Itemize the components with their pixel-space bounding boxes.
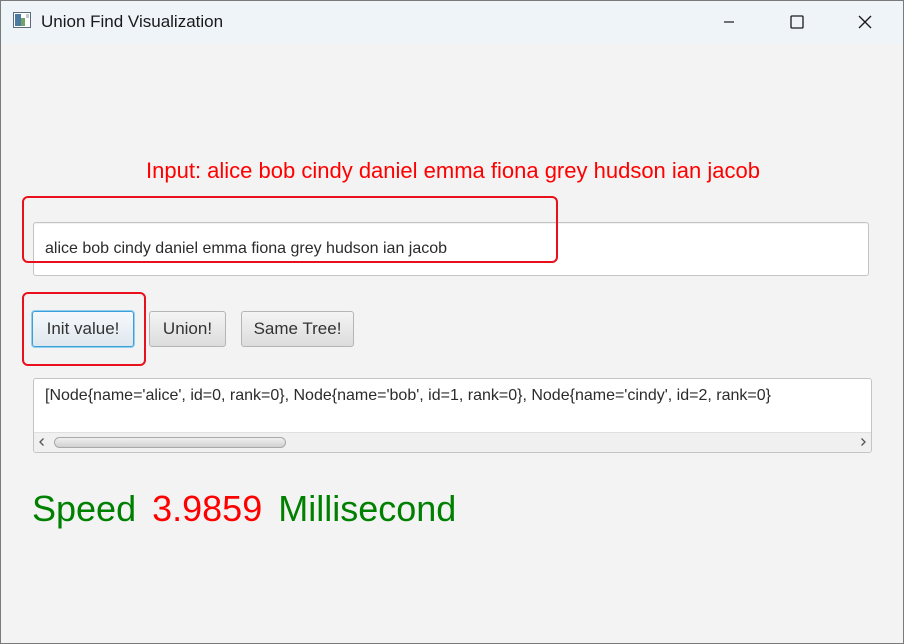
maximize-button[interactable] — [763, 1, 831, 43]
input-text-field[interactable] — [33, 222, 869, 276]
java-app-icon — [13, 12, 31, 28]
scrollbar-thumb[interactable] — [54, 437, 286, 448]
close-icon — [858, 15, 872, 29]
speed-value: 3.9859 — [152, 488, 263, 529]
output-text: [Node{name='alice', id=0, rank=0}, Node{… — [45, 387, 771, 404]
scroll-right-icon[interactable] — [858, 437, 868, 447]
speed-label: Speed — [32, 488, 137, 529]
speed-readout: Speed 3.9859 Millisecond — [32, 488, 456, 530]
minimize-button[interactable] — [695, 1, 763, 43]
output-text-area[interactable]: [Node{name='alice', id=0, rank=0}, Node{… — [33, 378, 872, 453]
maximize-icon — [790, 15, 804, 29]
speed-unit: Millisecond — [278, 488, 457, 529]
title-bar[interactable]: Union Find Visualization — [1, 1, 903, 43]
same-tree-button[interactable]: Same Tree! — [241, 311, 354, 347]
horizontal-scrollbar[interactable] — [34, 432, 871, 452]
scroll-left-icon[interactable] — [37, 437, 47, 447]
app-window: Union Find Visualization Input: alice bo… — [0, 0, 904, 644]
window-title: Union Find Visualization — [41, 12, 224, 31]
minimize-icon — [724, 21, 734, 23]
close-button[interactable] — [831, 1, 899, 43]
init-value-button[interactable]: Init value! — [32, 311, 134, 347]
union-button[interactable]: Union! — [149, 311, 226, 347]
main-content: Input: alice bob cindy daniel emma fiona… — [1, 43, 903, 643]
input-caption: Input: alice bob cindy daniel emma fiona… — [146, 158, 760, 183]
